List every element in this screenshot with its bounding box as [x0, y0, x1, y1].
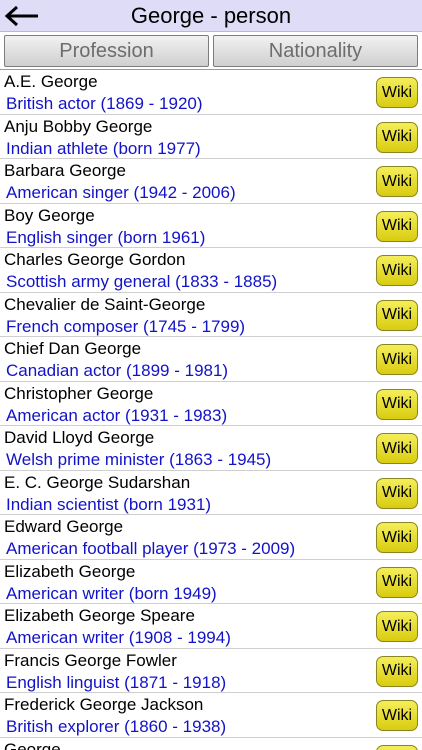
person-description: American singer (1942 - 2006) [6, 183, 236, 202]
person-description: American writer (1908 - 1994) [6, 628, 231, 647]
wiki-button[interactable]: Wiki [376, 566, 418, 598]
person-description: French composer (1745 - 1799) [6, 316, 246, 336]
person-description: British explorer (1860 - 1938) [6, 717, 227, 736]
list-item[interactable]: A.E. George British actor (1869 - 1920) … [0, 70, 422, 115]
wiki-button[interactable]: Wiki [376, 255, 418, 286]
person-name: David Lloyd George [4, 428, 155, 447]
wiki-button[interactable]: Wiki [376, 477, 418, 509]
wiki-button[interactable]: Wiki [376, 344, 418, 375]
person-description: American writer (born 1949) [6, 583, 217, 603]
tab-nationality[interactable]: Nationality [213, 35, 418, 67]
person-name: Chevalier de Saint-George [4, 294, 206, 314]
wiki-button[interactable]: Wiki [376, 166, 418, 197]
list-item[interactable]: Frederick George Jackson British explore… [0, 693, 422, 738]
person-description: Scottish army general (1833 - 1885) [6, 272, 278, 291]
person-description: Welsh prime minister (1863 - 1945) [6, 450, 272, 469]
person-description: English linguist (1871 - 1918) [6, 672, 227, 692]
top-bar: George - person [0, 0, 422, 32]
wiki-button[interactable]: Wiki [376, 522, 418, 553]
person-name: Anju Bobby George [4, 116, 153, 136]
person-name: Charles George Gordon [4, 250, 186, 269]
list-item[interactable]: Francis George Fowler English linguist (… [0, 649, 422, 693]
list-item[interactable]: Barbara George American singer (1942 - 2… [0, 159, 422, 204]
person-name: A.E. George [4, 72, 98, 91]
list-item[interactable]: Chevalier de Saint-George French compose… [0, 293, 422, 337]
list-item[interactable]: Christopher George American actor (1931 … [0, 382, 422, 426]
person-description: Indian athlete (born 1977) [6, 138, 201, 158]
person-name: E. C. George Sudarshan [4, 472, 191, 492]
wiki-button[interactable]: Wiki [376, 700, 418, 731]
person-description: English singer (born 1961) [6, 227, 206, 247]
list-item[interactable]: E. C. George Sudarshan Indian scientist … [0, 471, 422, 515]
person-name: Francis George Fowler [4, 650, 177, 670]
person-name: Elizabeth George Speare [4, 606, 195, 625]
list-item[interactable]: David Lloyd George Welsh prime minister … [0, 426, 422, 471]
wiki-button[interactable]: Wiki [376, 121, 418, 153]
wiki-button[interactable]: Wiki [376, 299, 418, 331]
person-description: British actor (1869 - 1920) [6, 94, 203, 113]
person-name: George [4, 739, 61, 750]
person-name: Boy George [4, 205, 95, 225]
wiki-button[interactable]: Wiki [376, 388, 418, 420]
person-name: Edward George [4, 517, 124, 536]
list-item[interactable]: Anju Bobby George Indian athlete (born 1… [0, 115, 422, 159]
person-description: Canadian actor (1899 - 1981) [6, 361, 229, 380]
list-item[interactable]: Chief Dan George Canadian actor (1899 - … [0, 337, 422, 382]
list-item[interactable]: Elizabeth George American writer (born 1… [0, 560, 422, 604]
tab-profession[interactable]: Profession [4, 35, 209, 67]
people-list[interactable]: A.E. George British actor (1869 - 1920) … [0, 70, 422, 750]
person-name: Elizabeth George [4, 561, 136, 581]
list-item[interactable]: Edward George American football player (… [0, 515, 422, 560]
page-title: George - person [130, 3, 292, 28]
person-name: Barbara George [4, 161, 126, 180]
list-item[interactable]: George Wiki [0, 738, 422, 750]
filter-tabs: Profession Nationality [0, 32, 422, 70]
wiki-button[interactable]: Wiki [376, 210, 418, 242]
person-description: American football player (1973 - 2009) [6, 539, 296, 558]
wiki-button[interactable]: Wiki [376, 433, 418, 464]
person-name: Christopher George [4, 383, 154, 403]
person-description: Indian scientist (born 1931) [6, 494, 212, 514]
wiki-button[interactable]: Wiki [376, 655, 418, 687]
list-item[interactable]: Charles George Gordon Scottish army gene… [0, 248, 422, 293]
person-description: American actor (1931 - 1983) [6, 405, 228, 425]
wiki-button[interactable]: Wiki [376, 744, 418, 750]
list-item[interactable]: Elizabeth George Speare American writer … [0, 604, 422, 649]
person-name: Chief Dan George [4, 339, 142, 358]
wiki-button[interactable]: Wiki [376, 77, 418, 108]
person-name: Frederick George Jackson [4, 695, 204, 714]
wiki-button[interactable]: Wiki [376, 611, 418, 642]
list-item[interactable]: Boy George English singer (born 1961) Wi… [0, 204, 422, 248]
